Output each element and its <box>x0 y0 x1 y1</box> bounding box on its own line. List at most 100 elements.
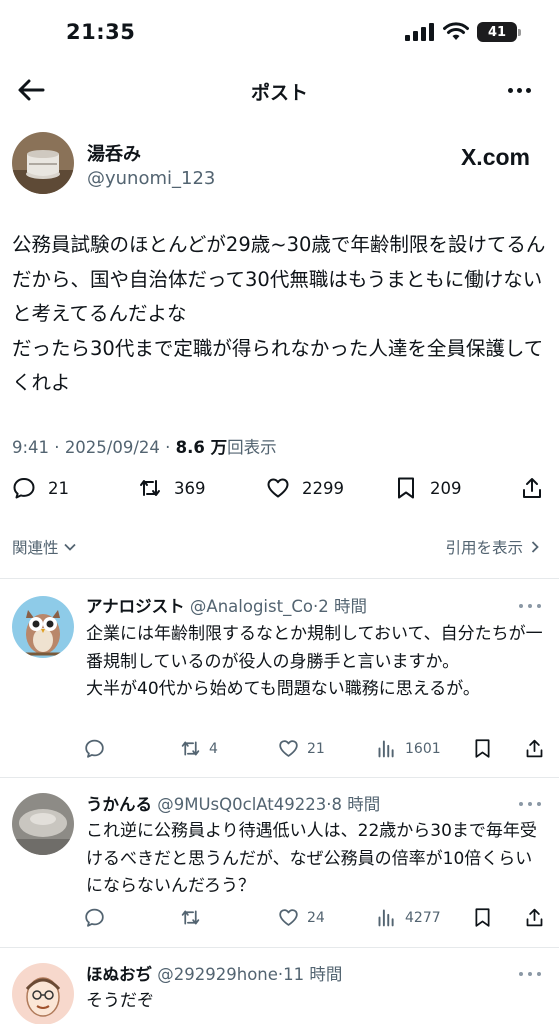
status-bar: 21:35 41 <box>0 0 559 64</box>
reply-time: 11 時間 <box>283 965 343 984</box>
share-button[interactable] <box>524 907 545 928</box>
like-button[interactable]: 2299 <box>266 476 344 500</box>
back-arrow-icon[interactable] <box>16 76 46 104</box>
page-title: ポスト <box>250 82 308 104</box>
meta-separator: · <box>49 438 65 457</box>
reply-avatar[interactable] <box>12 793 74 855</box>
bookmark-icon <box>475 908 490 927</box>
status-icons: 41 <box>405 22 521 42</box>
reply-button[interactable] <box>84 907 113 928</box>
author-avatar[interactable] <box>12 132 74 194</box>
reply-author-handle[interactable]: @9MUsQ0clAt49223 <box>157 795 326 814</box>
views-count: 4277 <box>405 909 441 926</box>
reply-icon <box>85 739 104 758</box>
share-button[interactable] <box>524 738 545 759</box>
battery-level: 41 <box>487 24 507 40</box>
reply-icon <box>13 478 35 499</box>
heart-icon <box>279 740 298 757</box>
views-button[interactable]: 1601 <box>376 738 441 759</box>
dot-icon <box>519 972 523 976</box>
share-button[interactable] <box>520 476 544 500</box>
reply-avatar[interactable] <box>12 963 74 1024</box>
post-action-bar: 21 369 2299 209 <box>12 476 547 510</box>
post-meta: 9:41 · 2025/09/24 · 8.6 万回表示 <box>12 434 277 458</box>
repost-count: 369 <box>174 478 206 498</box>
reply-action-bar: 4 21 1601 <box>84 738 546 764</box>
reply-button[interactable]: 21 <box>12 476 69 500</box>
reply-button[interactable] <box>84 738 113 759</box>
reply-item[interactable]: アナロジスト @Analogist_Co·2 時間 企業には年齢制限するなとか規… <box>0 578 559 778</box>
reply-header: ほぬおぢ @292929hone·11 時間 <box>86 961 342 985</box>
author-name[interactable]: 湯呑み <box>87 140 141 166</box>
bookmark-button[interactable] <box>472 738 493 759</box>
repost-button[interactable]: 4 <box>180 738 218 759</box>
repost-icon <box>181 910 200 925</box>
views-button[interactable]: 4277 <box>376 907 441 928</box>
reply-more-button[interactable] <box>519 969 541 979</box>
views-count: 1601 <box>405 740 441 757</box>
reply-author-handle[interactable]: @Analogist_Co <box>190 597 313 616</box>
reply-header: うかんる @9MUsQ0clAt49223·8 時間 <box>86 791 380 815</box>
like-button[interactable]: 24 <box>278 907 325 928</box>
reply-count: 21 <box>48 478 69 498</box>
reply-author-name[interactable]: アナロジスト <box>86 597 185 616</box>
reply-text: そうだぞ <box>86 991 154 1011</box>
cellular-signal-icon <box>405 23 434 41</box>
reply-header: アナロジスト @Analogist_Co·2 時間 <box>86 593 367 617</box>
illustrated-face-avatar-image <box>12 963 74 1024</box>
post-text: 公務員試験のほとんどが29歳~30歳で年齢制限を設けてるんだから、国や自治体だっ… <box>12 233 546 394</box>
reply-text: 企業には年齢制限するなとか規制しておいて、自分たちが一番規制しているのが役人の身… <box>86 624 543 699</box>
repost-button[interactable] <box>180 907 209 928</box>
like-button[interactable]: 21 <box>278 738 325 759</box>
dot-icon <box>528 604 532 608</box>
reply-author-name[interactable]: うかんる <box>86 795 152 814</box>
x-com-logo: X.com <box>460 144 530 170</box>
reply-action-bar: 24 4277 <box>84 907 546 933</box>
bookmark-button[interactable] <box>472 907 493 928</box>
heart-icon <box>279 909 298 926</box>
dot-icon <box>525 87 531 93</box>
reply-author-handle[interactable]: @292929hone <box>157 965 278 984</box>
sort-relevance-dropdown[interactable]: 関連性 <box>12 536 77 558</box>
repost-count: 4 <box>209 740 218 757</box>
reply-time: 2 時間 <box>318 597 367 616</box>
dot-icon <box>519 802 523 806</box>
share-icon <box>526 908 543 927</box>
dot-icon <box>537 802 541 806</box>
post-view-count[interactable]: 8.6 万 <box>176 438 227 457</box>
reply-author-name[interactable]: ほぬおぢ <box>86 965 152 984</box>
dot-icon <box>528 802 532 806</box>
views-chart-icon <box>378 909 394 927</box>
view-quotes-link[interactable]: 引用を表示 <box>445 536 541 558</box>
bookmark-icon <box>475 739 490 758</box>
heart-icon <box>267 478 289 498</box>
dot-icon <box>519 604 523 608</box>
reply-item[interactable]: うかんる @9MUsQ0clAt49223·8 時間 これ逆に公務員より待遇低い… <box>0 777 559 947</box>
battery-indicator: 41 <box>477 22 521 42</box>
post-time: 9:41 <box>12 438 50 457</box>
repost-icon <box>181 741 200 756</box>
like-count: 24 <box>307 909 325 926</box>
chevron-down-icon <box>63 543 76 551</box>
reply-avatar[interactable] <box>12 596 74 658</box>
owl-avatar-image <box>12 596 74 658</box>
wifi-icon <box>443 22 469 40</box>
reply-more-button[interactable] <box>519 601 541 611</box>
bookmark-count: 209 <box>430 478 462 498</box>
more-options-button[interactable] <box>503 78 535 102</box>
reply-more-button[interactable] <box>519 799 541 809</box>
bookmark-button[interactable]: 209 <box>394 476 462 500</box>
views-chart-icon <box>378 740 394 758</box>
post-author: 湯呑み @yunomi_123 X.com <box>12 132 547 198</box>
repost-icon <box>140 480 160 496</box>
repost-button[interactable]: 369 <box>138 476 206 500</box>
bookmark-icon <box>398 477 414 499</box>
top-nav: ポスト <box>0 64 559 116</box>
reply-text: これ逆に公務員より待遇低い人は、22歳から30まで毎年受けるべきだと思うんだが、… <box>86 821 537 896</box>
chevron-right-icon <box>531 541 539 553</box>
status-time: 21:35 <box>66 20 136 44</box>
meta-separator: · <box>159 438 176 457</box>
author-handle[interactable]: @yunomi_123 <box>87 168 215 189</box>
dot-icon <box>528 972 532 976</box>
reply-item[interactable]: ほぬおぢ @292929hone·11 時間 そうだぞ <box>0 947 559 1024</box>
